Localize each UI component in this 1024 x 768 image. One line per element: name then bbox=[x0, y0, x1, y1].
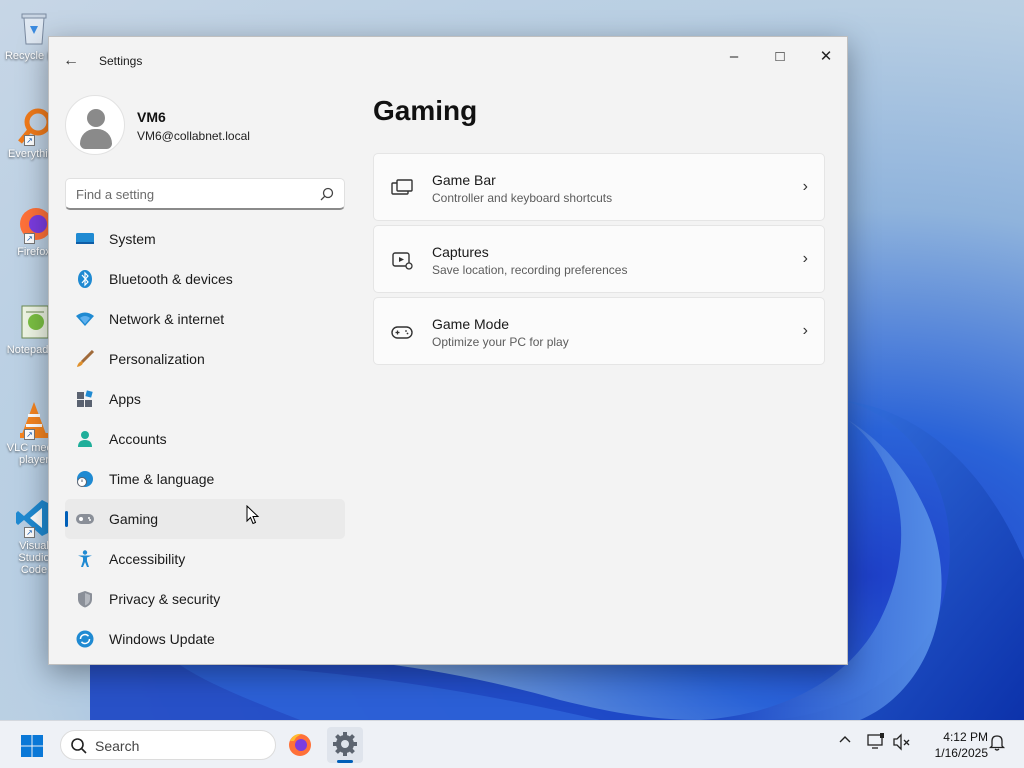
paintbrush-icon bbox=[77, 350, 95, 367]
nav-item-label: Privacy & security bbox=[109, 591, 221, 607]
volume-muted-icon[interactable] bbox=[892, 733, 912, 754]
maximize-button[interactable]: □ bbox=[757, 41, 803, 73]
wifi-icon bbox=[76, 312, 94, 326]
game-mode-icon bbox=[391, 326, 413, 339]
taskbar-clock[interactable]: 4:12 PM 1/16/2025 bbox=[918, 729, 988, 761]
card-subtitle: Save location, recording preferences bbox=[432, 263, 628, 277]
find-setting-search-box[interactable]: Find a setting bbox=[65, 178, 345, 210]
system-monitor-icon bbox=[76, 233, 94, 244]
close-button[interactable]: ✕ bbox=[803, 41, 849, 73]
settings-nav: System Bluetooth & devices Network & int… bbox=[65, 219, 345, 659]
settings-gear-icon bbox=[333, 732, 357, 756]
mouse-cursor-icon bbox=[246, 505, 260, 525]
game-controller-icon bbox=[76, 514, 94, 524]
bluetooth-icon bbox=[78, 270, 92, 288]
card-subtitle: Optimize your PC for play bbox=[432, 335, 569, 349]
search-icon bbox=[320, 187, 334, 201]
chevron-right-icon: › bbox=[802, 250, 808, 267]
notification-bell-icon[interactable] bbox=[988, 733, 1006, 754]
taskbar-settings[interactable] bbox=[327, 727, 363, 763]
card-subtitle: Controller and keyboard shortcuts bbox=[432, 191, 613, 205]
windows-start-icon[interactable] bbox=[20, 734, 44, 758]
title-bar[interactable]: ← Settings – □ ✕ bbox=[49, 37, 847, 85]
back-button[interactable]: ← bbox=[61, 51, 81, 71]
nav-item-label: Gaming bbox=[109, 511, 159, 527]
nav-item-personalization[interactable]: Personalization bbox=[65, 339, 345, 379]
taskbar-search-placeholder: Search bbox=[95, 738, 140, 754]
nav-item-system[interactable]: System bbox=[65, 219, 345, 259]
window-title: Settings bbox=[99, 54, 143, 68]
accessibility-icon bbox=[78, 550, 92, 567]
nav-item-time-language[interactable]: Time & language bbox=[65, 459, 345, 499]
nav-item-network[interactable]: Network & internet bbox=[65, 299, 345, 339]
nav-item-label: System bbox=[109, 231, 156, 247]
clock-date: 1/16/2025 bbox=[934, 746, 988, 760]
minimize-button[interactable]: – bbox=[711, 41, 757, 73]
clock-time: 4:12 PM bbox=[943, 730, 988, 744]
taskbar: Search 4:12 PM 1/16/2025 bbox=[0, 720, 1024, 768]
search-icon bbox=[71, 738, 87, 754]
nav-item-apps[interactable]: Apps bbox=[65, 379, 345, 419]
chevron-up-icon[interactable] bbox=[838, 733, 852, 750]
nav-item-label: Apps bbox=[109, 391, 141, 407]
apps-icon bbox=[77, 390, 93, 407]
back-arrow-icon: ← bbox=[63, 52, 79, 69]
nav-item-label: Accessibility bbox=[109, 551, 186, 567]
nav-item-label: Windows Update bbox=[109, 631, 215, 647]
firefox-icon bbox=[289, 733, 311, 756]
nav-item-label: Personalization bbox=[109, 351, 205, 367]
nav-item-label: Accounts bbox=[109, 431, 167, 447]
taskbar-firefox[interactable] bbox=[282, 727, 318, 763]
nav-item-windows-update[interactable]: Windows Update bbox=[65, 619, 345, 659]
captures-icon bbox=[392, 252, 413, 270]
game-mode-card[interactable]: Game Mode Optimize your PC for play › bbox=[373, 297, 825, 365]
update-icon bbox=[76, 630, 94, 648]
game-bar-card[interactable]: Game Bar Controller and keyboard shortcu… bbox=[373, 153, 825, 221]
chevron-right-icon: › bbox=[802, 322, 808, 339]
nav-item-accounts[interactable]: Accounts bbox=[65, 419, 345, 459]
search-input[interactable]: Find a setting bbox=[76, 187, 154, 202]
card-title: Captures bbox=[432, 244, 489, 260]
chevron-right-icon: › bbox=[802, 178, 808, 195]
card-title: Game Mode bbox=[432, 316, 510, 332]
user-email: VM6@collabnet.local bbox=[137, 129, 250, 143]
nav-item-label: Bluetooth & devices bbox=[109, 271, 233, 287]
page-title: Gaming bbox=[373, 95, 478, 126]
globe-clock-icon bbox=[77, 471, 93, 487]
account-icon bbox=[78, 431, 92, 447]
avatar bbox=[65, 95, 125, 155]
nav-item-gaming[interactable]: Gaming bbox=[65, 499, 345, 539]
nav-item-privacy[interactable]: Privacy & security bbox=[65, 579, 345, 619]
selection-indicator bbox=[65, 511, 68, 527]
captures-card[interactable]: Captures Save location, recording prefer… bbox=[373, 225, 825, 293]
nav-item-accessibility[interactable]: Accessibility bbox=[65, 539, 345, 579]
network-status-icon[interactable] bbox=[866, 733, 886, 754]
user-name: VM6 bbox=[137, 109, 166, 125]
settings-window: ← Settings – □ ✕ VM6 VM6@collabnet.local… bbox=[48, 36, 848, 665]
card-title: Game Bar bbox=[432, 172, 496, 188]
game-bar-icon bbox=[391, 179, 413, 195]
nav-item-bluetooth[interactable]: Bluetooth & devices bbox=[65, 259, 345, 299]
shield-icon bbox=[78, 591, 92, 608]
active-app-indicator bbox=[337, 760, 353, 763]
nav-item-label: Network & internet bbox=[109, 311, 225, 327]
taskbar-search-box[interactable]: Search bbox=[60, 730, 276, 760]
nav-item-label: Time & language bbox=[109, 471, 215, 487]
